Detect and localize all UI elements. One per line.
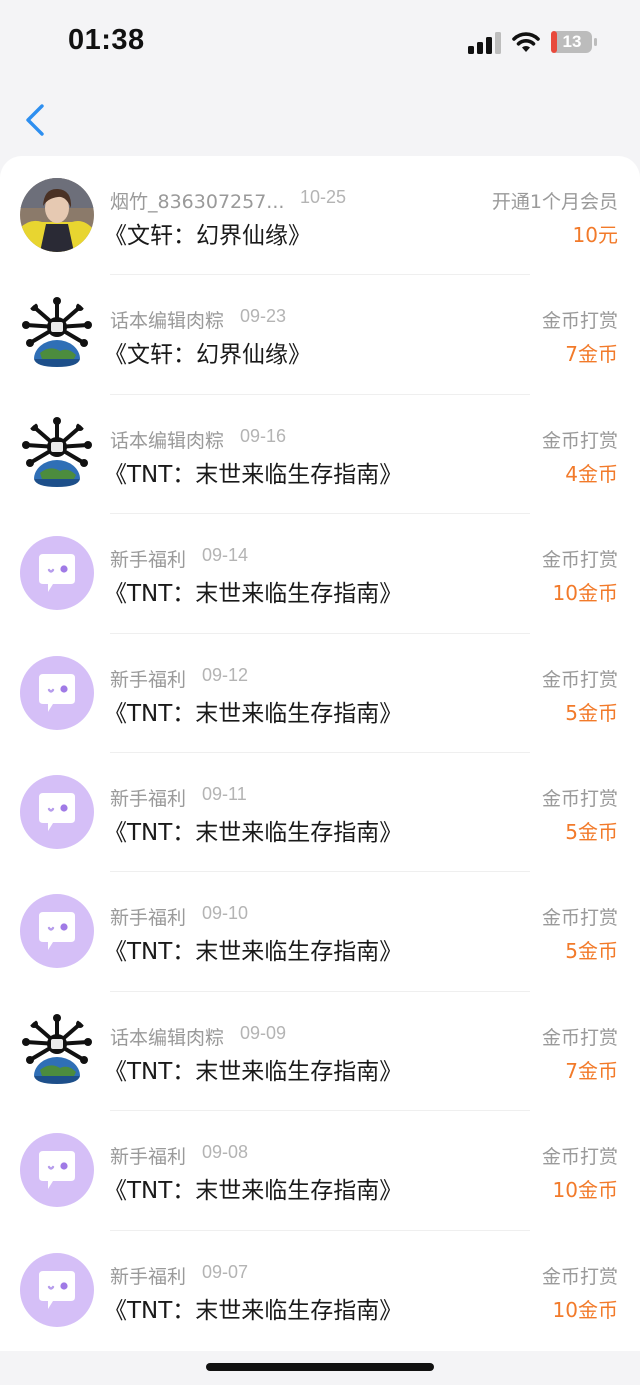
record-row[interactable]: 话本编辑肉粽 09-16 《TNT：末世来临生存指南》 金币打赏 4金币	[0, 395, 640, 515]
record-row[interactable]: 新手福利 09-10 《TNT：末世来临生存指南》 金币打赏 5金币	[0, 872, 640, 992]
record-date: 09-07	[202, 1261, 249, 1282]
bubble-avatar	[20, 1252, 94, 1327]
globe-avatar	[20, 416, 94, 491]
record-type: 金币打赏	[541, 1146, 618, 1169]
record-date: 09-12	[202, 664, 249, 685]
record-date: 10-25	[300, 187, 347, 207]
record-amount: 10元	[572, 223, 618, 247]
book-title: 《TNT：末世来临生存指南》	[104, 1178, 403, 1205]
record-type: 金币打赏	[541, 907, 618, 930]
record-row[interactable]: 话本编辑肉粽 09-23 《文轩：幻界仙缘》 金币打赏 7金币	[0, 275, 640, 395]
wifi-icon	[512, 32, 540, 52]
record-date: 09-08	[202, 1142, 249, 1163]
book-title: 《TNT：末世来临生存指南》	[104, 1297, 403, 1324]
sender-name: 新手福利	[110, 668, 187, 691]
battery-level: 13	[562, 32, 582, 51]
record-amount: 7金币	[565, 1058, 618, 1083]
record-date: 09-23	[240, 306, 287, 327]
chevron-left-icon	[26, 104, 44, 136]
sender-name: 新手福利	[110, 1265, 187, 1288]
record-amount: 10金币	[552, 581, 618, 606]
home-indicator-area	[0, 1351, 640, 1385]
record-row[interactable]: 新手福利 09-12 《TNT：末世来临生存指南》 金币打赏 5金币	[0, 634, 640, 753]
bubble-avatar	[20, 655, 94, 730]
book-title: 《TNT：末世来临生存指南》	[104, 581, 403, 608]
book-title: 《TNT：末世来临生存指南》	[104, 461, 403, 488]
home-indicator[interactable]	[206, 1363, 434, 1371]
bubble-avatar	[20, 536, 94, 611]
record-type: 金币打赏	[541, 310, 618, 333]
record-row[interactable]: 话本编辑肉粽 09-09 《TNT：末世来临生存指南》 金币打赏 7金币	[0, 992, 640, 1112]
record-amount: 5金币	[565, 820, 618, 844]
record-row[interactable]: 新手福利 09-11 《TNT：末世来临生存指南》 金币打赏 5金币	[0, 753, 640, 873]
record-row[interactable]: 新手福利 09-14 《TNT：末世来临生存指南》 金币打赏 10金币	[0, 514, 640, 634]
photo-avatar	[20, 178, 94, 252]
record-amount: 7金币	[565, 342, 618, 367]
record-amount: 5金币	[565, 939, 618, 964]
record-date: 09-14	[202, 545, 249, 566]
sender-name: 话本编辑肉粽	[110, 429, 225, 452]
book-title: 《文轩：幻界仙缘》	[104, 342, 311, 369]
record-amount: 10金币	[552, 1178, 618, 1203]
sender-name: 新手福利	[110, 788, 187, 810]
record-amount: 10金币	[552, 1297, 618, 1322]
globe-avatar	[20, 297, 94, 372]
back-button[interactable]	[18, 100, 58, 144]
cellular-signal-icon	[468, 32, 501, 54]
globe-avatar	[20, 1013, 94, 1088]
record-type: 金币打赏	[541, 429, 618, 452]
bubble-avatar	[20, 775, 94, 849]
sender-name: 新手福利	[110, 907, 187, 930]
record-amount: 5金币	[565, 700, 618, 725]
record-date: 09-11	[202, 784, 247, 804]
status-bar: 01:38 13	[0, 0, 640, 86]
record-row[interactable]: 新手福利 09-07 《TNT：末世来临生存指南》 金币打赏 10金币	[0, 1231, 640, 1350]
nav-bar	[0, 86, 640, 156]
sender-name: 烟竹_836307257...	[110, 191, 285, 213]
record-date: 09-16	[240, 425, 287, 446]
book-title: 《TNT：末世来临生存指南》	[104, 939, 403, 966]
record-date: 09-09	[240, 1022, 287, 1043]
sender-name: 话本编辑肉粽	[110, 1026, 225, 1049]
record-row[interactable]: 新手福利 09-08 《TNT：末世来临生存指南》 金币打赏 10金币	[0, 1111, 640, 1231]
bubble-avatar	[20, 1133, 94, 1208]
record-type: 金币打赏	[541, 1026, 618, 1049]
record-type: 开通1个月会员	[491, 191, 618, 213]
record-amount: 4金币	[565, 461, 618, 486]
record-row[interactable]: 烟竹_836307257... 10-25 《文轩：幻界仙缘》 开通1个月会员 10元	[0, 156, 640, 276]
record-type: 金币打赏	[541, 1265, 618, 1288]
sender-name: 新手福利	[110, 1146, 187, 1169]
sender-name: 话本编辑肉粽	[110, 310, 225, 333]
book-title: 《TNT：末世来临生存指南》	[104, 820, 403, 846]
record-type: 金币打赏	[541, 788, 618, 810]
status-time: 01:38	[68, 24, 145, 56]
book-title: 《TNT：末世来临生存指南》	[104, 700, 403, 727]
record-type: 金币打赏	[541, 668, 618, 691]
record-type: 金币打赏	[541, 549, 618, 572]
sender-name: 新手福利	[110, 549, 187, 572]
book-title: 《TNT：末世来临生存指南》	[104, 1058, 403, 1085]
record-date: 09-10	[202, 903, 249, 924]
record-list: 烟竹_836307257... 10-25 《文轩：幻界仙缘》 开通1个月会员 10元	[0, 156, 640, 1351]
book-title: 《文轩：幻界仙缘》	[104, 223, 311, 249]
bubble-avatar	[20, 894, 94, 969]
